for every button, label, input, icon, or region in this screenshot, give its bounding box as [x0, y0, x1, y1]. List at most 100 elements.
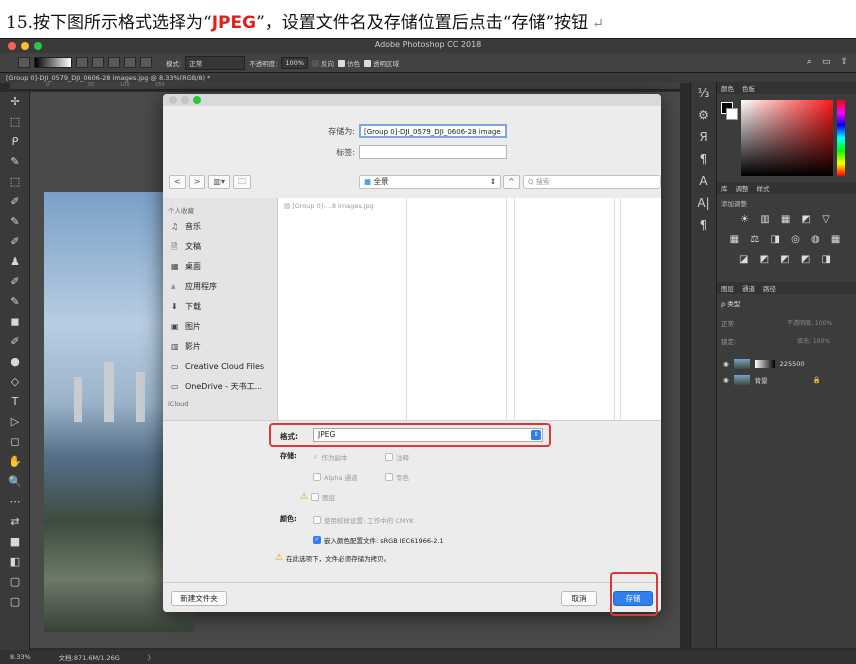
history-icon[interactable]: ⅓ — [691, 82, 716, 104]
workspace-icon[interactable]: ▭ — [822, 57, 831, 67]
linear-gradient-button[interactable] — [76, 57, 88, 68]
dialog-minimize-button[interactable] — [181, 96, 189, 104]
tool-button[interactable]: ◻ — [0, 432, 30, 452]
tool-button[interactable]: ● — [0, 352, 30, 372]
reflected-gradient-button[interactable] — [124, 57, 136, 68]
pilcrow-icon[interactable]: ¶ — [691, 214, 716, 236]
tool-button[interactable]: ◧ — [0, 552, 30, 572]
tags-input[interactable] — [359, 145, 507, 159]
search-input[interactable]: Q 搜索 — [523, 175, 661, 189]
reverse-checkbox[interactable]: 反向 — [312, 58, 334, 68]
cancel-button[interactable]: 取消 — [561, 591, 597, 606]
new-folder-button[interactable]: 新建文件夹 — [171, 591, 227, 606]
background-color-swatch[interactable] — [726, 108, 738, 120]
sidebar-item[interactable]: ▥ 影片 — [163, 337, 277, 357]
tab-adjustments[interactable]: 调整 — [736, 183, 749, 193]
zoom-level[interactable]: 8.33% — [10, 653, 31, 661]
layer-row[interactable]: ◉ 背景 🔒 — [717, 372, 856, 388]
tool-button[interactable]: ✢ — [0, 92, 30, 112]
tool-preset-picker[interactable] — [18, 57, 30, 68]
tool-button[interactable]: ⋯ — [0, 492, 30, 512]
tool-button[interactable]: T — [0, 392, 30, 412]
spot-colors-checkbox[interactable]: 专色 — [385, 472, 409, 482]
save-as-input[interactable]: [Group 0]-DJI_0579_DJI_0606-28 image — [359, 124, 507, 138]
expand-collapse-button[interactable]: ^ — [503, 175, 520, 189]
sidebar-item[interactable]: 🗎 文稿 — [163, 237, 277, 257]
file-item[interactable]: ▤ [Group 0]-...8 images.jpg — [284, 202, 374, 210]
sidebar-item[interactable]: ♫ 音乐 — [163, 217, 277, 237]
mode-select[interactable]: 正常 — [185, 55, 246, 70]
tool-button[interactable]: ⬚ — [0, 112, 30, 132]
tab-channels[interactable]: 通道 — [742, 283, 755, 293]
paragraph-icon[interactable]: ¶ — [691, 148, 716, 170]
sidebar-item[interactable]: ▦ 桌面 — [163, 257, 277, 277]
tool-button[interactable]: ✐ — [0, 272, 30, 292]
tool-button[interactable]: ▷ — [0, 412, 30, 432]
tab-layers[interactable]: 图层 — [721, 283, 734, 293]
tool-button[interactable]: ▢ — [0, 572, 30, 592]
search-icon[interactable]: ⌕ — [807, 57, 812, 67]
group-button[interactable]: 🗀 — [232, 175, 251, 189]
eye-icon[interactable]: ◉ — [723, 360, 729, 368]
view-mode-button[interactable]: ▥▾ — [208, 175, 230, 189]
adjustment-icons-row-3[interactable]: ◪ ◩ ◩ ◩ ◨ — [717, 250, 856, 270]
location-select[interactable]: ■ 全景 ⇕ — [359, 175, 501, 189]
sidebar-item[interactable]: ▣ 图片 — [163, 317, 277, 337]
glyphs-icon[interactable]: A — [691, 170, 716, 192]
tab-libraries[interactable]: 库 — [721, 183, 728, 193]
tool-button[interactable]: 🔍 — [0, 472, 30, 492]
tool-button[interactable]: ✐ — [0, 332, 30, 352]
fill-opacity[interactable]: 填充: 100% — [797, 336, 830, 345]
sidebar-item[interactable]: ⬇ 下载 — [163, 297, 277, 317]
tool-button[interactable]: ✎ — [0, 152, 30, 172]
gradient-picker[interactable] — [34, 57, 72, 68]
hue-slider[interactable] — [837, 100, 845, 176]
back-button[interactable]: < — [169, 175, 186, 189]
tool-button[interactable]: ⇄ — [0, 512, 30, 532]
notes-checkbox[interactable]: 注释 — [385, 452, 409, 462]
dialog-close-button[interactable] — [169, 96, 177, 104]
tool-button[interactable]: ◼ — [0, 312, 30, 332]
tool-button[interactable]: ✐ — [0, 192, 30, 212]
tab-styles[interactable]: 样式 — [757, 183, 770, 193]
sidebar-item[interactable]: ▭ OneDrive - 天书工... — [163, 377, 277, 397]
character-icon[interactable]: Я — [691, 126, 716, 148]
layers-checkbox[interactable]: ⚠ 图层 — [300, 492, 335, 502]
tool-button[interactable]: ■ — [0, 532, 30, 552]
as-copy-checkbox[interactable]: ✓ 作为副本 — [313, 452, 347, 462]
properties-icon[interactable]: ⚙ — [691, 104, 716, 126]
layer-row[interactable]: ◉ 225500 — [717, 356, 856, 372]
status-menu-arrow[interactable]: 〉 — [148, 652, 155, 662]
tool-button[interactable]: ✎ — [0, 212, 30, 232]
adjustment-icons-row-2[interactable]: ▦ ⚖ ◨ ◎ ◍ ▦ — [717, 230, 856, 250]
angle-gradient-button[interactable] — [108, 57, 120, 68]
dialog-zoom-button[interactable] — [193, 96, 201, 104]
dither-checkbox[interactable]: 仿色 — [338, 58, 360, 68]
layer-opacity[interactable]: 不透明度: 100% — [787, 318, 832, 327]
proof-setup-checkbox[interactable]: 使用校样设置: 工作中的 CMYK — [313, 515, 414, 525]
share-icon[interactable]: ⇪ — [840, 57, 848, 67]
alpha-channels-checkbox[interactable]: Alpha 通道 — [313, 472, 358, 482]
text-icon[interactable]: A| — [691, 192, 716, 214]
tool-button[interactable]: ◇ — [0, 372, 30, 392]
tab-paths[interactable]: 路径 — [763, 283, 776, 293]
diamond-gradient-button[interactable] — [140, 57, 152, 68]
eye-icon[interactable]: ◉ — [723, 376, 729, 384]
sidebar-item[interactable]: ▭ Creative Cloud Files — [163, 357, 277, 377]
sidebar-item[interactable]: ⩓ 应用程序 — [163, 277, 277, 297]
embed-profile-checkbox[interactable]: ✓ 嵌入颜色配置文件: sRGB IEC61966-2.1 — [313, 535, 444, 545]
color-field[interactable] — [741, 100, 833, 176]
tab-swatches[interactable]: 色板 — [742, 83, 755, 93]
tab-color[interactable]: 颜色 — [721, 83, 734, 93]
format-select[interactable]: JPEG ⇕ — [313, 428, 543, 442]
radial-gradient-button[interactable] — [92, 57, 104, 68]
tool-button[interactable]: ✋ — [0, 452, 30, 472]
blend-mode-select[interactable]: 正常 — [721, 318, 734, 328]
adjustment-icons-row-1[interactable]: ☀ ▥ ▦ ◩ ▽ — [717, 210, 856, 230]
transparency-checkbox[interactable]: 透明区域 — [364, 58, 399, 68]
tool-button[interactable]: ✎ — [0, 292, 30, 312]
tool-button[interactable]: ᑭ — [0, 132, 30, 152]
tool-button[interactable]: ▢ — [0, 592, 30, 612]
layer-kind-filter[interactable]: ρ 类型 — [721, 298, 740, 308]
forward-button[interactable]: > — [188, 175, 206, 189]
